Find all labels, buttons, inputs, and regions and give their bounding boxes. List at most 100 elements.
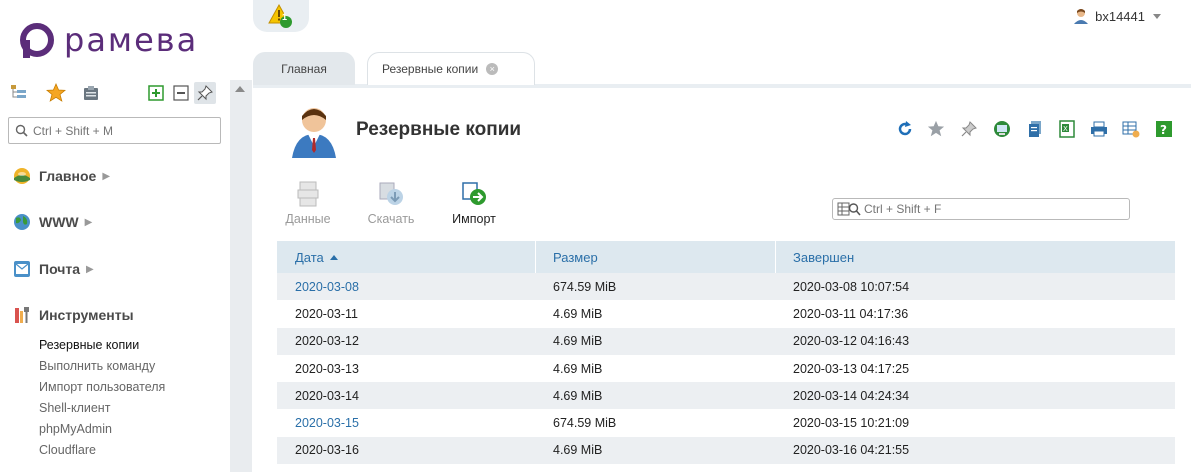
nav-group-www[interactable]: WWW ▶ <box>12 212 92 232</box>
table-filter[interactable] <box>832 198 1130 220</box>
nav-group-tools[interactable]: Инструменты <box>12 305 134 325</box>
backup-date: 2020-03-13 <box>295 361 359 376</box>
backup-finished: 2020-03-12 04:16:43 <box>793 334 910 349</box>
brand-logo[interactable]: рамева <box>18 20 198 60</box>
collapse-all-icon[interactable] <box>170 82 192 104</box>
tree-view-icon[interactable] <box>8 82 30 104</box>
backup-size: 674.59 MiB <box>553 416 617 431</box>
tab-label: Главная <box>281 61 327 76</box>
backup-date: 2020-03-14 <box>295 388 359 403</box>
backup-date-link[interactable]: 2020-03-15 <box>277 416 536 430</box>
backup-finished: 2020-03-11 04:17:36 <box>793 306 909 321</box>
expand-all-icon[interactable] <box>145 82 167 104</box>
backup-size: 4.69 MiB <box>553 388 603 403</box>
import-button[interactable]: Импорт <box>439 180 509 226</box>
sidebar-item-run-command[interactable]: Выполнить команду <box>39 359 155 373</box>
alerts-button[interactable]: 1 <box>253 0 309 32</box>
logo-mark-icon <box>20 23 54 58</box>
print-icon[interactable] <box>1089 119 1109 139</box>
import-icon <box>460 180 488 208</box>
nav-group-label: WWW <box>39 214 79 230</box>
chevron-right-icon: ▶ <box>84 216 93 228</box>
search-icon <box>15 124 28 137</box>
table-row[interactable]: 2020-03-15 674.59 MiB 2020-03-15 10:21:0… <box>277 409 1175 437</box>
tab-backups[interactable]: Резервные копии × <box>367 52 535 85</box>
sidebar-item-import-user[interactable]: Импорт пользователя <box>39 380 165 394</box>
backup-date: 2020-03-12 <box>295 334 359 349</box>
favorites-star-icon[interactable] <box>45 82 67 104</box>
nav-group-mail[interactable]: Почта ▶ <box>12 259 94 279</box>
column-header-date[interactable]: Дата <box>277 241 536 273</box>
backup-date: 2020-03-11 <box>295 306 359 321</box>
download-icon <box>377 180 405 208</box>
table-row[interactable]: 2020-03-12 4.69 MiB 2020-03-12 04:16:43 <box>277 327 1175 355</box>
chevron-down-icon <box>1153 13 1161 19</box>
warning-icon <box>268 3 292 28</box>
mail-icon <box>14 261 30 277</box>
page-title: Резервные копии <box>356 119 522 140</box>
backup-size: 4.69 MiB <box>553 361 603 376</box>
sidebar-item-phpmyadmin[interactable]: phpMyAdmin <box>39 422 112 436</box>
nav-group-label: Инструменты <box>39 307 134 323</box>
backup-finished: 2020-03-15 10:21:09 <box>793 416 910 431</box>
table-settings-icon[interactable] <box>1121 119 1141 139</box>
username: bx14441 <box>1095 8 1145 24</box>
clipboard-icon[interactable] <box>80 82 102 104</box>
backup-date-link[interactable]: 2020-03-08 <box>277 280 536 294</box>
data-icon <box>294 180 322 208</box>
user-menu[interactable]: bx14441 <box>1072 7 1161 25</box>
table-header: Дата Размер Завершен <box>277 241 1175 273</box>
tab-home[interactable]: Главная <box>253 52 355 85</box>
sidebar-item-cloudflare[interactable]: Cloudflare <box>39 443 96 457</box>
action-label: Данные <box>285 212 331 226</box>
close-tab-icon[interactable]: × <box>486 63 499 75</box>
svg-text:X: X <box>1063 125 1068 133</box>
sidebar: рамева Главное ▶ WWW ▶ <box>0 0 230 472</box>
backup-date: 2020-03-16 <box>295 443 359 458</box>
table-filter-input[interactable] <box>864 202 1124 216</box>
svg-text:?: ? <box>1160 123 1167 137</box>
backup-finished: 2020-03-08 10:07:54 <box>793 279 910 294</box>
table-row[interactable]: 2020-03-16 4.69 MiB 2020-03-16 04:21:55 <box>277 436 1175 465</box>
home-globe-icon <box>14 168 30 184</box>
star-icon[interactable] <box>926 119 946 139</box>
sidebar-search-input[interactable] <box>33 123 213 138</box>
table-row[interactable]: 2020-03-13 4.69 MiB 2020-03-13 04:17:25 <box>277 354 1175 383</box>
backup-size: 4.69 MiB <box>553 334 603 349</box>
scroll-up-arrow-icon[interactable] <box>235 86 245 92</box>
logo-text: рамева <box>64 21 199 59</box>
tools-icon <box>15 307 29 323</box>
backup-finished: 2020-03-13 04:17:25 <box>793 361 910 376</box>
pin-icon[interactable] <box>959 119 979 139</box>
monitor-icon[interactable] <box>992 119 1012 139</box>
refresh-icon[interactable] <box>895 119 915 139</box>
excel-icon[interactable]: X <box>1057 119 1077 139</box>
sidebar-item-shell-client[interactable]: Shell-клиент <box>39 401 110 415</box>
sidebar-toolbar <box>8 82 222 106</box>
column-header-finished[interactable]: Завершен <box>776 241 1175 273</box>
copy-icon[interactable] <box>1025 119 1045 139</box>
backup-size: 4.69 MiB <box>553 443 603 458</box>
backups-table: Дата Размер Завершен 2020-03-08 674.59 M… <box>277 241 1175 465</box>
action-label: Скачать <box>367 212 415 226</box>
chevron-right-icon: ▶ <box>86 263 94 275</box>
sidebar-scrollbar[interactable] <box>230 80 252 472</box>
sidebar-item-backups[interactable]: Резервные копии <box>39 338 139 352</box>
help-icon[interactable]: ? <box>1154 119 1174 139</box>
alert-count: 1 <box>282 12 288 22</box>
table-row[interactable]: 2020-03-14 4.69 MiB 2020-03-14 04:24:34 <box>277 382 1175 410</box>
pin-icon[interactable] <box>194 82 216 104</box>
table-row[interactable]: 2020-03-08 674.59 MiB 2020-03-08 10:07:5… <box>277 273 1175 301</box>
data-button[interactable]: Данные <box>273 180 343 226</box>
nav-group-main[interactable]: Главное ▶ <box>12 166 110 186</box>
table-search-icon <box>837 202 861 216</box>
download-button[interactable]: Скачать <box>356 180 426 226</box>
backup-size: 674.59 MiB <box>553 279 617 294</box>
table-body: 2020-03-08 674.59 MiB 2020-03-08 10:07:5… <box>277 273 1175 465</box>
sidebar-search[interactable] <box>8 117 221 144</box>
user-backup-page-icon <box>292 108 336 158</box>
nav-group-label: Почта <box>39 261 81 277</box>
table-row[interactable]: 2020-03-11 4.69 MiB 2020-03-11 04:17:36 <box>277 300 1175 328</box>
action-label: Импорт <box>452 212 496 226</box>
column-header-size[interactable]: Размер <box>536 241 776 273</box>
